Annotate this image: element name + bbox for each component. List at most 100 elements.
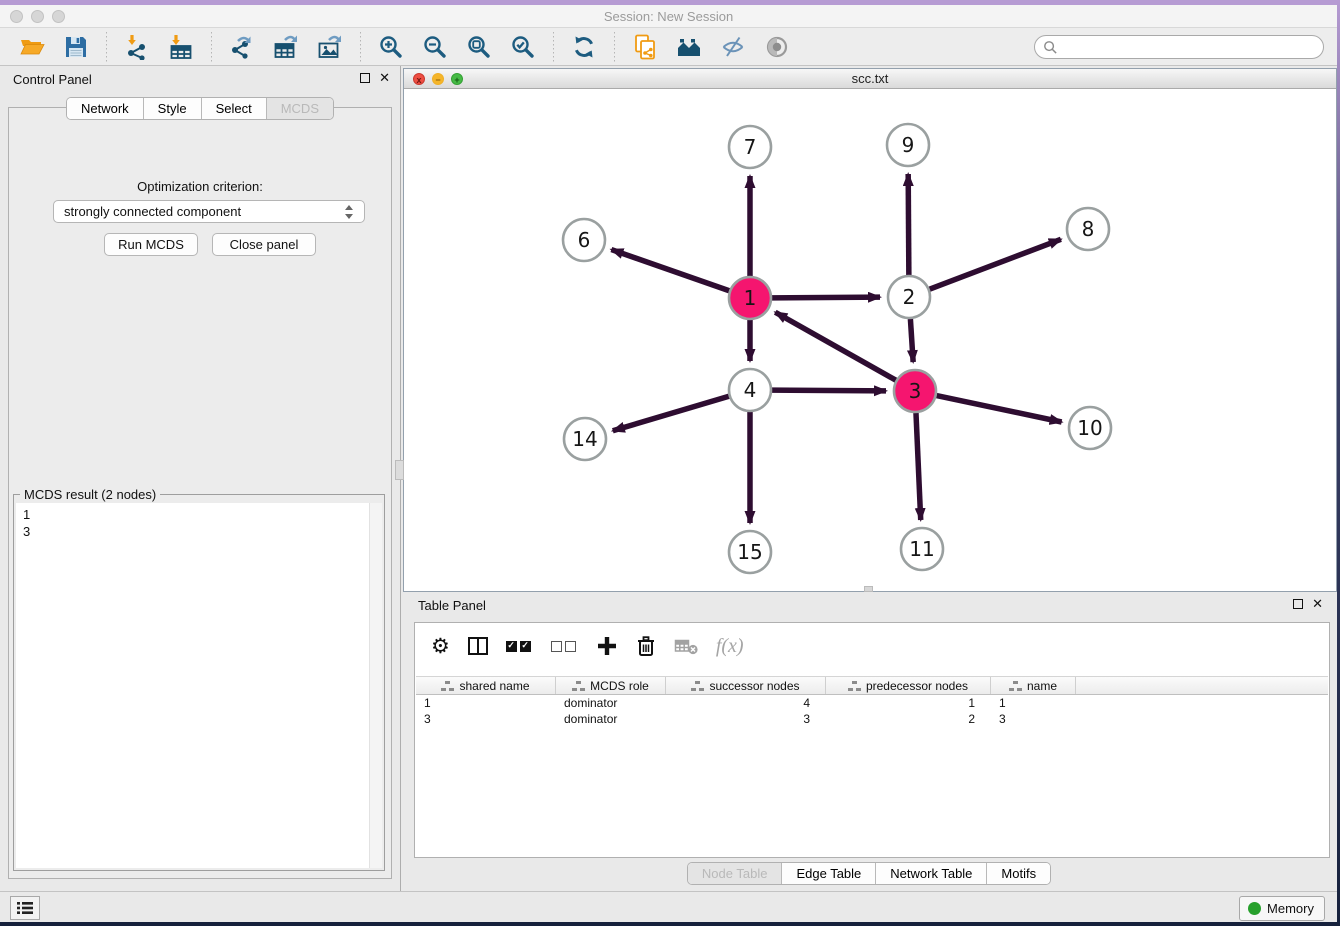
- close-panel-icon[interactable]: ✕: [379, 73, 390, 83]
- delete-column-button[interactable]: [635, 635, 657, 657]
- table-cell[interactable]: 3: [991, 711, 1076, 727]
- network-canvas[interactable]: 1 2 3 4 6 7 8 9 10 11 14 15: [404, 89, 1336, 591]
- graph-node-6[interactable]: 6: [563, 219, 605, 261]
- column-header-predecessor-nodes[interactable]: predecessor nodes: [826, 677, 991, 694]
- table-cell[interactable]: 1: [991, 695, 1076, 711]
- refresh-button[interactable]: [569, 32, 599, 62]
- edge-3-1[interactable]: [775, 312, 896, 380]
- column-header-successor-nodes[interactable]: successor nodes: [666, 677, 826, 694]
- gear-button[interactable]: ⚙: [431, 634, 450, 658]
- graph-node-8[interactable]: 8: [1067, 208, 1109, 250]
- app-window: Session: New Session: [0, 0, 1340, 926]
- save-session-button[interactable]: [61, 32, 91, 62]
- show-details-button[interactable]: [762, 32, 792, 62]
- graph-node-11[interactable]: 11: [901, 528, 943, 570]
- svg-text:1: 1: [744, 286, 757, 310]
- tab-mcds[interactable]: MCDS: [267, 98, 333, 119]
- export-network-button[interactable]: [227, 32, 257, 62]
- graph-node-14[interactable]: 14: [564, 418, 606, 460]
- edge-3-11[interactable]: [916, 413, 921, 520]
- table-cell[interactable]: 1: [416, 695, 556, 711]
- export-image-button[interactable]: [315, 32, 345, 62]
- table-row[interactable]: 3dominator323: [416, 711, 1328, 727]
- tab-node-table[interactable]: Node Table: [688, 863, 783, 884]
- run-mcds-button[interactable]: Run MCDS: [104, 233, 198, 256]
- network-minimize-icon[interactable]: −: [432, 73, 444, 85]
- tab-style[interactable]: Style: [144, 98, 202, 119]
- deselect-all-columns-button[interactable]: [551, 641, 579, 652]
- table-row[interactable]: 1dominator411: [416, 695, 1328, 711]
- zoom-fit-button[interactable]: [464, 32, 494, 62]
- graph-node-10[interactable]: 10: [1069, 407, 1111, 449]
- table-cell[interactable]: 4: [666, 695, 826, 711]
- edge-3-10[interactable]: [937, 396, 1062, 422]
- edge-2-3[interactable]: [910, 319, 913, 362]
- open-session-button[interactable]: [17, 32, 47, 62]
- edge-1-6[interactable]: [611, 250, 729, 291]
- tab-network-table[interactable]: Network Table: [876, 863, 987, 884]
- zoom-in-button[interactable]: [376, 32, 406, 62]
- float-panel-icon[interactable]: [360, 73, 370, 83]
- panel-splitter-handle[interactable]: [395, 460, 404, 480]
- column-header-mcds-role[interactable]: MCDS role: [556, 677, 666, 694]
- export-image-icon: [317, 34, 343, 60]
- table-cell[interactable]: 3: [416, 711, 556, 727]
- graph-node-4[interactable]: 4: [729, 369, 771, 411]
- toolbar-separator: [614, 32, 615, 62]
- import-table-button[interactable]: [166, 32, 196, 62]
- add-column-icon: [596, 635, 618, 657]
- trash-icon: [635, 635, 657, 657]
- table-cell[interactable]: dominator: [556, 695, 666, 711]
- float-table-panel-icon[interactable]: [1293, 599, 1303, 609]
- result-scrollbar[interactable]: [369, 503, 382, 868]
- close-table-panel-icon[interactable]: ✕: [1312, 599, 1323, 609]
- graph-node-3[interactable]: 3: [894, 370, 936, 412]
- graph-node-7[interactable]: 7: [729, 126, 771, 168]
- table-cell[interactable]: 2: [826, 711, 991, 727]
- edge-2-8[interactable]: [930, 239, 1061, 289]
- hide-selected-button[interactable]: [718, 32, 748, 62]
- export-table-button[interactable]: [271, 32, 301, 62]
- function-builder-button[interactable]: f(x): [716, 635, 744, 658]
- search-input[interactable]: [1058, 37, 1323, 57]
- edge-4-14[interactable]: [613, 396, 729, 430]
- svg-text:15: 15: [737, 540, 762, 564]
- close-panel-button[interactable]: Close panel: [212, 233, 316, 256]
- table-cell[interactable]: dominator: [556, 711, 666, 727]
- tab-select[interactable]: Select: [202, 98, 267, 119]
- zoom-selected-button[interactable]: [508, 32, 538, 62]
- network-graph[interactable]: 1 2 3 4 6 7 8 9 10 11 14 15: [404, 89, 1336, 591]
- zoom-out-button[interactable]: [420, 32, 450, 62]
- edge-1-2[interactable]: [772, 297, 880, 298]
- tab-network[interactable]: Network: [67, 98, 144, 119]
- network-window-titlebar[interactable]: x − + scc.txt: [404, 69, 1336, 89]
- memory-button[interactable]: Memory: [1239, 896, 1325, 921]
- graph-node-15[interactable]: 15: [729, 531, 771, 573]
- task-history-button[interactable]: [10, 896, 40, 920]
- tab-edge-table[interactable]: Edge Table: [782, 863, 876, 884]
- control-panel: Control Panel ✕ NetworkStyleSelectMCDS O…: [0, 66, 401, 891]
- column-header-name[interactable]: name: [991, 677, 1076, 694]
- copy-network-button[interactable]: [630, 32, 660, 62]
- table-cell[interactable]: 3: [666, 711, 826, 727]
- import-network-button[interactable]: [122, 32, 152, 62]
- delete-table-button[interactable]: [674, 635, 699, 657]
- edge-4-3[interactable]: [772, 390, 886, 391]
- graph-node-9[interactable]: 9: [887, 124, 929, 166]
- column-header-shared-name[interactable]: shared name: [416, 677, 556, 694]
- mcds-result-area[interactable]: 1 3: [16, 503, 382, 868]
- first-neighbors-button[interactable]: [674, 32, 704, 62]
- criterion-dropdown[interactable]: strongly connected component: [53, 200, 365, 223]
- graph-node-2[interactable]: 2: [888, 276, 930, 318]
- search-icon: [1043, 40, 1058, 55]
- table-cell[interactable]: 1: [826, 695, 991, 711]
- column-layout-button[interactable]: [467, 635, 489, 657]
- graph-node-1[interactable]: 1: [729, 277, 771, 319]
- table-toolbar: ⚙ f(x): [415, 623, 1329, 669]
- network-maximize-icon[interactable]: +: [451, 73, 463, 85]
- edge-2-9[interactable]: [908, 174, 909, 275]
- add-column-button[interactable]: [596, 635, 618, 657]
- tab-motifs[interactable]: Motifs: [987, 863, 1050, 884]
- network-close-icon[interactable]: x: [413, 73, 425, 85]
- select-all-columns-button[interactable]: [506, 641, 534, 652]
